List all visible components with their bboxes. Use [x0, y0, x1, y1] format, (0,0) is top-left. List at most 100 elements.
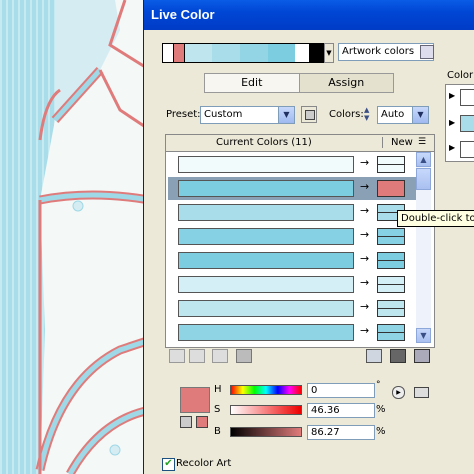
menu-play-icon[interactable]: ▶	[392, 386, 405, 399]
current-color-bar[interactable]	[178, 276, 354, 293]
hue-slider[interactable]	[230, 385, 302, 395]
h-value-field[interactable]: 0	[307, 383, 375, 398]
arrow-right-icon[interactable]: →	[360, 300, 369, 313]
tooltip: Double-click to e	[397, 210, 474, 227]
expand-arrow-icon[interactable]: ▶	[449, 143, 455, 152]
saturation-slider[interactable]	[230, 405, 302, 415]
new-color-swatch[interactable]	[377, 300, 405, 317]
save-group-icon[interactable]	[420, 45, 434, 59]
scroll-down-button[interactable]: ▼	[416, 328, 431, 343]
arrow-right-icon[interactable]: →	[360, 228, 369, 241]
colors-stepper-icon[interactable]: ▲ ▼	[364, 106, 375, 123]
current-color-swatch[interactable]	[180, 387, 210, 413]
exclude-colors-icon[interactable]	[212, 349, 228, 363]
group-swatch[interactable]	[460, 115, 474, 132]
arrow-right-icon[interactable]: →	[360, 276, 369, 289]
current-color-bar[interactable]	[178, 180, 354, 197]
window-title: Live Color	[151, 7, 215, 22]
arrow-right-icon[interactable]: →	[360, 324, 369, 337]
color-group-list[interactable]: ▶ ▶ ▶	[445, 84, 474, 162]
arrow-right-icon[interactable]: →	[360, 156, 369, 169]
s-label: S	[214, 404, 221, 415]
new-color-swatch[interactable]	[377, 252, 405, 269]
swatch[interactable]	[184, 44, 213, 62]
table-menu-icon[interactable]: ☰	[418, 137, 426, 147]
preset-label: Preset:	[166, 109, 201, 120]
swatch[interactable]	[212, 44, 241, 62]
scroll-up-button[interactable]: ▲	[416, 152, 431, 167]
recolor-art-checkbox[interactable]: ✔	[162, 458, 175, 471]
current-color-bar[interactable]	[178, 324, 354, 341]
s-value-field[interactable]: 46.36	[307, 403, 375, 418]
s-unit: %	[376, 404, 386, 415]
color-mode-cube-icon[interactable]	[180, 416, 192, 428]
group-swatch[interactable]	[460, 89, 474, 106]
current-color-bar[interactable]	[178, 252, 354, 269]
color-group-strip[interactable]	[162, 43, 324, 63]
table-header: Current Colors (11) New ☰	[166, 135, 434, 152]
colors-select[interactable]: Auto ▼	[377, 106, 429, 124]
h-label: H	[214, 384, 222, 395]
find-color-icon[interactable]	[414, 349, 430, 363]
new-color-swatch[interactable]	[377, 180, 405, 197]
b-value-field[interactable]: 86.27	[307, 425, 375, 440]
header-new[interactable]: New	[382, 137, 413, 148]
table-scrollbar[interactable]: ▲ ▼	[416, 152, 431, 343]
arrow-right-icon[interactable]: →	[360, 204, 369, 217]
table-row[interactable]: →	[168, 153, 416, 176]
swatch[interactable]	[267, 44, 296, 62]
swatch[interactable]	[163, 44, 174, 62]
table-row[interactable]: →	[168, 273, 416, 296]
chevron-down-icon[interactable]: ▼	[278, 107, 294, 123]
current-color-bar[interactable]	[178, 156, 354, 173]
expand-arrow-icon[interactable]: ▶	[449, 91, 455, 100]
table-row[interactable]: →	[168, 201, 416, 224]
arrow-right-icon[interactable]: →	[360, 252, 369, 265]
recolor-art-label: Recolor Art	[176, 458, 232, 469]
swatch[interactable]	[309, 44, 324, 62]
tab-assign[interactable]: Assign	[300, 74, 394, 92]
preset-select[interactable]: Custom ▼	[200, 106, 295, 124]
table-row[interactable]: →	[168, 321, 416, 344]
current-color-bar[interactable]	[178, 300, 354, 317]
swatch[interactable]	[240, 44, 268, 62]
table-row[interactable]: →	[168, 297, 416, 320]
new-color-swatch[interactable]	[377, 228, 405, 245]
tab-edit[interactable]: Edit	[205, 74, 300, 92]
b-unit: %	[376, 426, 386, 437]
brightness-slider[interactable]	[230, 427, 302, 437]
merge-colors-icon[interactable]	[169, 349, 185, 363]
new-row-icon[interactable]	[236, 349, 252, 363]
group-swatch[interactable]	[460, 141, 474, 158]
preset-options-button[interactable]	[301, 106, 317, 123]
swatch[interactable]	[295, 44, 310, 62]
expand-arrow-icon[interactable]: ▶	[449, 118, 455, 127]
h-degree-icon: °	[376, 380, 381, 390]
new-color-swatch[interactable]	[377, 276, 405, 293]
randomize-order-icon[interactable]	[366, 349, 382, 363]
header-current-colors[interactable]: Current Colors (11)	[216, 137, 312, 148]
edit-assign-tabs: Edit Assign	[204, 73, 394, 93]
table-row[interactable]: →	[168, 225, 416, 248]
title-bar[interactable]: Live Color	[144, 0, 474, 30]
preset-value: Custom	[204, 109, 243, 120]
small-color-swatch[interactable]	[196, 416, 208, 428]
h-value: 0	[311, 385, 318, 396]
arrow-right-icon[interactable]: →	[360, 180, 369, 193]
scroll-thumb[interactable]	[416, 168, 431, 190]
separate-colors-icon[interactable]	[189, 349, 205, 363]
table-row[interactable]: →	[168, 177, 416, 200]
color-panel-label: Color	[447, 70, 474, 81]
b-label: B	[214, 426, 221, 437]
randomize-saturation-icon[interactable]	[390, 349, 406, 363]
color-table-icon[interactable]	[414, 387, 429, 398]
current-color-bar[interactable]	[178, 228, 354, 245]
current-color-bar[interactable]	[178, 204, 354, 221]
artwork-canvas	[0, 0, 150, 474]
strip-dropdown-button[interactable]: ▼	[324, 43, 334, 63]
new-color-swatch[interactable]	[377, 156, 405, 173]
new-color-swatch[interactable]	[377, 324, 405, 341]
table-row[interactable]: →	[168, 249, 416, 272]
chevron-down-icon[interactable]: ▼	[412, 107, 428, 123]
swatch[interactable]	[173, 44, 185, 62]
